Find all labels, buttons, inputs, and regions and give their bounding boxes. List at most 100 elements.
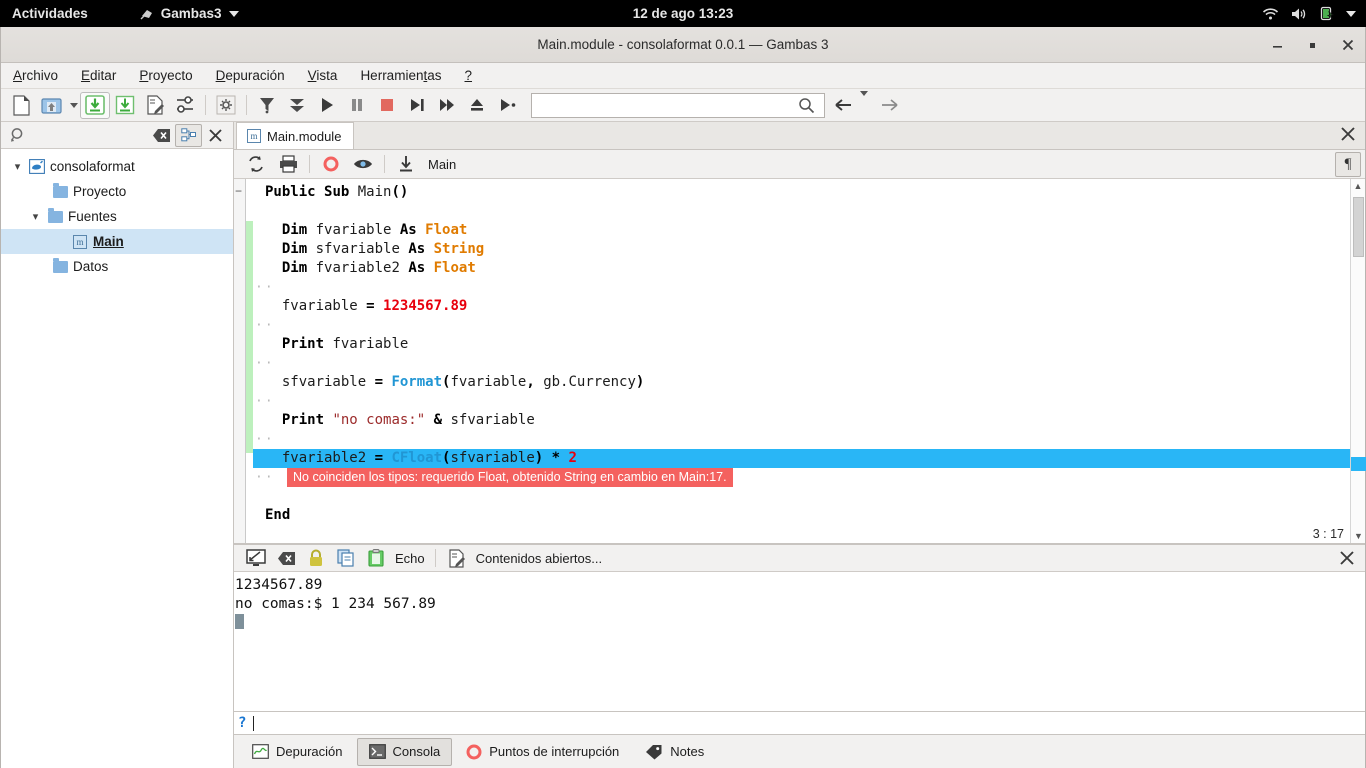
search-icon[interactable] — [5, 124, 32, 147]
code-editor[interactable]: − Public Sub Main() Dim fvariable As Flo… — [234, 179, 1365, 544]
tree-item-main[interactable]: m Main — [1, 229, 233, 254]
back-history-dropdown-icon[interactable] — [859, 96, 868, 114]
refresh-icon[interactable] — [240, 152, 272, 176]
open-project-icon[interactable] — [36, 92, 66, 119]
filter-icon[interactable] — [252, 92, 282, 119]
pause-icon[interactable] — [342, 92, 372, 119]
tab-puntos-de-interrupcion[interactable]: Puntos de interrupción — [454, 738, 631, 766]
code-line-blank[interactable]: ·· — [253, 354, 1350, 373]
code-line-blank[interactable]: ·· — [253, 392, 1350, 411]
open-contents-label[interactable]: Contenidos abiertos... — [476, 551, 602, 566]
code-line[interactable]: sfvariable = Format(fvariable, gb.Curren… — [253, 373, 1350, 392]
copy-icon[interactable] — [331, 547, 361, 570]
run-icon[interactable] — [312, 92, 342, 119]
wifi-icon[interactable] — [1262, 7, 1279, 21]
editor-gutter[interactable]: − — [234, 179, 246, 543]
step-into-icon[interactable] — [402, 92, 432, 119]
code-line-blank[interactable] — [253, 487, 1350, 506]
tab-notes[interactable]: Notes — [633, 738, 716, 766]
watch-eye-icon[interactable] — [347, 152, 379, 176]
breakpoint-icon[interactable] — [315, 152, 347, 176]
code-line[interactable]: Print "no comas:" & sfvariable — [253, 411, 1350, 430]
tree-item-fuentes[interactable]: ▾ Fuentes — [1, 204, 233, 229]
code-line[interactable]: fvariable = 1234567.89 — [253, 297, 1350, 316]
search-input[interactable] — [532, 95, 798, 116]
tree-view-icon[interactable] — [175, 124, 202, 147]
code-line[interactable]: End — [253, 506, 1350, 525]
scroll-down-icon[interactable]: ▼ — [1351, 529, 1366, 543]
code-line[interactable]: Dim sfvariable As String — [253, 240, 1350, 259]
close-button[interactable] — [1341, 38, 1355, 52]
tab-depuracion[interactable]: Depuración — [240, 738, 355, 766]
battery-charging-icon[interactable] — [1320, 6, 1334, 21]
current-procedure-label[interactable]: Main — [428, 157, 456, 172]
code-line[interactable]: Dim fvariable As Float — [253, 221, 1350, 240]
minimize-button[interactable] — [1271, 39, 1284, 52]
chevron-down-icon[interactable]: ▾ — [9, 160, 26, 173]
code-line-blank[interactable]: ·· — [253, 278, 1350, 297]
code-line-blank[interactable]: ·· — [253, 430, 1350, 449]
save-all-icon[interactable] — [110, 92, 140, 119]
console-input-row[interactable]: ? — [234, 711, 1365, 734]
menu-archivo[interactable]: Archivo — [10, 66, 61, 85]
code-text[interactable]: Public Sub Main() Dim fvariable As Float… — [253, 179, 1350, 543]
system-menu-chevron-icon[interactable] — [1346, 11, 1356, 17]
code-line[interactable]: Public Sub Main() — [253, 183, 1350, 202]
terminal-icon[interactable] — [241, 547, 271, 570]
lock-icon[interactable] — [301, 547, 331, 570]
collapse-all-icon[interactable] — [282, 92, 312, 119]
console-output[interactable]: 1234567.89 no comas:$ 1 234 567.89 — [234, 572, 1365, 711]
code-line-current[interactable]: fvariable2 = CFloat(sfvariable) * 2 — [253, 449, 1350, 468]
scroll-up-icon[interactable]: ▲ — [1351, 179, 1365, 193]
code-line-error[interactable]: ··No coinciden los tipos: requerido Floa… — [253, 468, 1350, 487]
tree-item-proyecto[interactable]: Proyecto — [1, 179, 233, 204]
save-icon[interactable] — [80, 92, 110, 119]
stop-icon[interactable] — [372, 92, 402, 119]
tree-item-datos[interactable]: Datos — [1, 254, 233, 279]
print-icon[interactable] — [272, 152, 304, 176]
open-project-dropdown-icon[interactable] — [66, 92, 80, 119]
paste-icon[interactable] — [361, 547, 391, 570]
editor-vertical-scrollbar[interactable]: ▲ ▼ — [1350, 179, 1365, 543]
menu-editar[interactable]: Editar — [78, 66, 119, 85]
close-icon[interactable] — [202, 124, 229, 147]
step-out-icon[interactable] — [462, 92, 492, 119]
project-properties-icon[interactable] — [170, 92, 200, 119]
forward-arrow-icon[interactable] — [878, 98, 898, 112]
run-to-cursor-icon[interactable] — [492, 92, 522, 119]
search-icon[interactable] — [798, 97, 824, 114]
settings-gear-icon[interactable] — [211, 92, 241, 119]
code-line[interactable] — [253, 202, 1350, 221]
code-line[interactable]: Dim fvariable2 As Float — [253, 259, 1350, 278]
tree-item-consolaformat[interactable]: ▾ consolaformat — [1, 154, 233, 179]
scrollbar-thumb[interactable] — [1353, 197, 1364, 257]
clear-search-icon[interactable] — [148, 124, 175, 147]
tab-consola[interactable]: Consola — [357, 738, 453, 766]
menu-proyecto[interactable]: Proyecto — [136, 66, 195, 85]
edit-file-icon[interactable] — [140, 92, 170, 119]
code-line[interactable]: Print fvariable — [253, 335, 1350, 354]
back-arrow-icon[interactable] — [835, 98, 855, 112]
fold-marker-icon[interactable]: − — [235, 185, 242, 197]
clear-icon[interactable] — [271, 547, 301, 570]
pilcrow-icon[interactable]: ¶ — [1335, 152, 1361, 177]
step-over-icon[interactable] — [432, 92, 462, 119]
close-icon[interactable] — [1340, 126, 1356, 142]
search-input-wrapper[interactable] — [531, 93, 825, 118]
echo-label[interactable]: Echo — [395, 551, 425, 566]
menu-depuracion[interactable]: Depuración — [213, 66, 288, 85]
menu-vista[interactable]: Vista — [305, 66, 341, 85]
folder-icon — [49, 261, 71, 273]
menu-herramientas[interactable]: Herramientas — [357, 66, 444, 85]
tab-main-module[interactable]: m Main.module — [236, 122, 354, 149]
new-file-icon[interactable] — [6, 92, 36, 119]
menu-help[interactable]: ? — [462, 66, 476, 85]
code-line-blank[interactable]: ·· — [253, 316, 1350, 335]
maximize-button[interactable] — [1306, 39, 1319, 52]
chevron-down-icon[interactable]: ▾ — [27, 210, 44, 223]
clock[interactable]: 12 de ago 13:23 — [0, 6, 1366, 21]
open-contents-icon[interactable] — [442, 547, 472, 570]
volume-icon[interactable] — [1291, 7, 1308, 21]
close-icon[interactable] — [1339, 550, 1355, 566]
goto-procedure-icon[interactable] — [390, 152, 422, 176]
